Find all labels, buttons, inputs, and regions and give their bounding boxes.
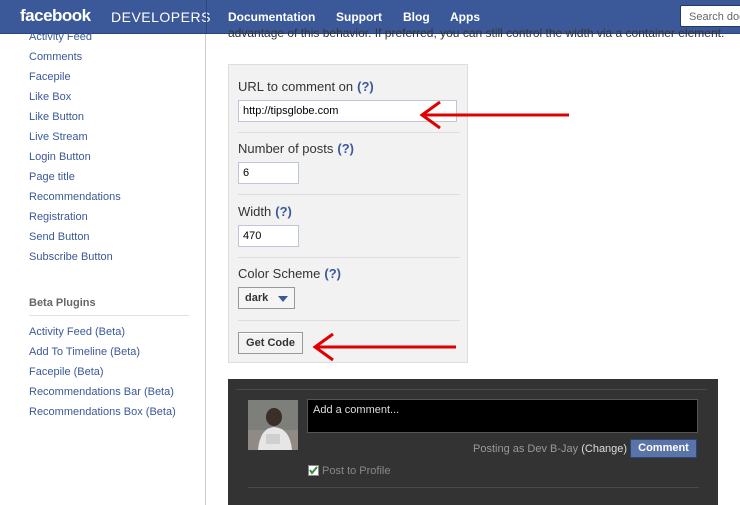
sidebar-divider [29,315,189,316]
sidebar-item-add-to-timeline-beta[interactable]: Add To Timeline (Beta) [29,346,140,358]
change-user-link[interactable]: (Change) [581,443,627,455]
form-divider [238,194,460,195]
comment-input[interactable]: Add a comment... [307,399,698,433]
intro-text: advantage of this behavior. If preferred… [228,26,725,40]
beta-plugins-heading: Beta Plugins [29,297,96,309]
posts-label-text: Number of posts [238,141,334,156]
preview-divider [248,487,699,488]
width-help-link[interactable]: (?) [275,204,292,219]
brand-logo[interactable]: facebook DEVELOPERS [0,0,210,33]
color-scheme-value: dark [245,292,269,304]
nav-support[interactable]: Support [336,10,382,24]
num-posts-input[interactable]: 6 [238,162,299,184]
avatar-photo-icon [248,400,298,450]
nav-apps[interactable]: Apps [450,10,480,24]
sidebar-item-page-title[interactable]: Page title [29,171,75,183]
preview-divider [236,389,707,390]
search-input[interactable]: Search doc [680,5,740,27]
form-divider [238,132,460,133]
red-arrow-icon [419,100,569,130]
posts-label: Number of posts (?) [238,141,354,156]
url-label: URL to comment on (?) [238,79,374,94]
avatar [248,400,298,450]
sidebar-item-recommendations-bar-beta[interactable]: Recommendations Bar (Beta) [29,386,174,398]
sidebar-item-activity-feed[interactable]: Activity Feed [29,31,92,43]
posts-help-link[interactable]: (?) [337,141,354,156]
sidebar-item-recommendations-box-beta[interactable]: Recommendations Box (Beta) [29,406,176,418]
sidebar-item-facepile-beta[interactable]: Facepile (Beta) [29,366,104,378]
get-code-button[interactable]: Get Code [238,332,303,354]
sidebar-item-comments[interactable]: Comments [29,51,82,63]
sidebar: Activity Feed Comments Facepile Like Box… [0,31,206,505]
sidebar-item-facepile[interactable]: Facepile [29,71,71,83]
brand-bold: facebook [20,6,91,25]
sidebar-item-like-button[interactable]: Like Button [29,111,84,123]
sidebar-item-activity-feed-beta[interactable]: Activity Feed (Beta) [29,326,125,338]
sidebar-item-subscribe-button[interactable]: Subscribe Button [29,251,113,263]
color-scheme-label-text: Color Scheme [238,266,321,281]
url-label-text: URL to comment on [238,79,354,94]
post-to-profile-label: Post to Profile [322,465,391,477]
color-scheme-label: Color Scheme (?) [238,266,341,281]
width-label-text: Width [238,204,272,219]
brand-divider [206,0,207,33]
color-scheme-help-link[interactable]: (?) [324,266,341,281]
color-scheme-select[interactable]: dark [238,287,295,309]
sidebar-item-recommendations[interactable]: Recommendations [29,191,121,203]
posting-as-label: Posting as Dev B-Jay [473,443,579,455]
comment-button[interactable]: Comment [630,439,697,458]
comments-preview: Add a comment... Posting as Dev B-Jay (C… [228,379,718,505]
nav-blog[interactable]: Blog [403,10,430,24]
checkmark-icon [309,466,318,475]
post-to-profile-checkbox[interactable] [308,465,319,476]
sidebar-item-like-box[interactable]: Like Box [29,91,71,103]
nav-documentation[interactable]: Documentation [228,10,315,24]
sidebar-item-send-button[interactable]: Send Button [29,231,90,243]
posting-as-text: Posting as Dev B-Jay (Change) [473,443,627,455]
width-label: Width (?) [238,204,292,219]
width-input[interactable]: 470 [238,225,299,247]
red-arrow-icon [312,332,456,362]
chevron-down-icon [278,296,288,302]
sidebar-item-login-button[interactable]: Login Button [29,151,91,163]
url-help-link[interactable]: (?) [357,79,374,94]
sidebar-item-live-stream[interactable]: Live Stream [29,131,88,143]
form-divider [238,257,460,258]
sidebar-item-registration[interactable]: Registration [29,211,88,223]
form-divider [238,320,460,321]
brand-light: DEVELOPERS [111,9,211,25]
